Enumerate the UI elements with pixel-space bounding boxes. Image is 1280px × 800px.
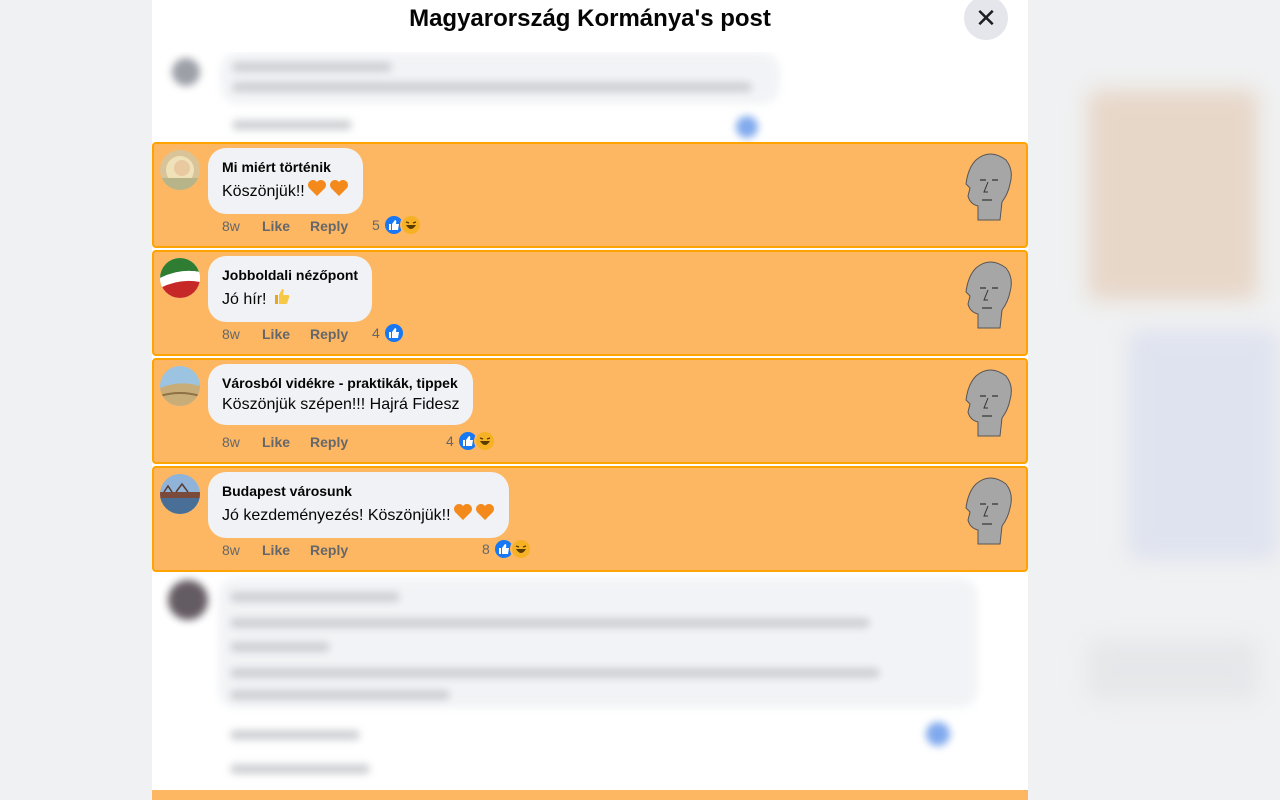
- reply-button[interactable]: Reply: [310, 434, 348, 450]
- comment-author[interactable]: Budapest városunk: [222, 482, 495, 500]
- comment-actions: 8w Like Reply: [222, 218, 368, 234]
- reaction-summary[interactable]: 8: [482, 538, 532, 560]
- avatar[interactable]: [160, 474, 200, 514]
- reply-button[interactable]: Reply: [310, 542, 348, 558]
- npc-face-icon: [965, 369, 1012, 437]
- blurred-image: [1128, 330, 1278, 560]
- reply-button[interactable]: Reply: [310, 218, 348, 234]
- like-reaction-icon: [382, 322, 405, 344]
- comment-author[interactable]: Mi miért történik: [222, 158, 349, 176]
- orange-heart-icon: [453, 502, 473, 529]
- haha-reaction-icon: [473, 430, 496, 452]
- blurred-comment: [152, 574, 1028, 788]
- comment-bubble: Városból vidékre - praktikák, tippek Kös…: [208, 364, 474, 425]
- comment-text-content: Jó kezdeményezés! Köszönjük!!: [222, 506, 451, 524]
- comment-text: Köszönjük!!: [222, 178, 349, 205]
- avatar[interactable]: [160, 258, 200, 298]
- orange-heart-icon: [329, 178, 349, 205]
- comment-text-content: Köszönjük!!: [222, 182, 305, 200]
- orange-heart-icon: [307, 178, 327, 205]
- reaction-summary[interactable]: 5: [372, 214, 422, 236]
- comment-text-content: Jó hír!: [222, 290, 267, 308]
- page-backdrop-left: [0, 0, 152, 800]
- npc-face-icon: [965, 153, 1012, 221]
- comment-actions: 8w Like Reply: [222, 542, 368, 558]
- comment-highlighted: Jobboldali nézőpont Jó hír! 8w Like Repl…: [152, 250, 1028, 356]
- comment-highlighted: Mi miért történik Köszönjük!! 8w Like Re…: [152, 142, 1028, 248]
- comment-timestamp[interactable]: 8w: [222, 326, 262, 342]
- haha-reaction-icon: [509, 538, 532, 560]
- comment-text: Jó hír!: [222, 286, 358, 313]
- comment-timestamp[interactable]: 8w: [222, 542, 262, 558]
- blurred-panel: [1088, 640, 1258, 700]
- comment-bubble: Jobboldali nézőpont Jó hír!: [208, 256, 373, 322]
- haha-reaction-icon: [399, 214, 422, 236]
- comment-timestamp[interactable]: 8w: [222, 218, 262, 234]
- comment-author[interactable]: Városból vidékre - praktikák, tippek: [222, 374, 459, 392]
- avatar[interactable]: [160, 366, 200, 406]
- comment-actions: 8w Like Reply: [222, 326, 368, 342]
- reaction-count: 8: [482, 541, 490, 557]
- npc-face-icon: [965, 261, 1012, 329]
- avatar[interactable]: [160, 150, 200, 190]
- comment-timestamp[interactable]: 8w: [222, 434, 262, 450]
- comment-text: Köszönjük szépen!!! Hajrá Fidesz: [222, 394, 459, 416]
- comment-text-content: Köszönjük szépen!!! Hajrá Fidesz: [222, 396, 460, 413]
- page-backdrop-right: [1028, 0, 1280, 800]
- comment-bubble: Budapest városunk Jó kezdeményezés! Kösz…: [208, 472, 509, 538]
- reaction-count: 4: [372, 325, 380, 341]
- npc-face-icon: [965, 477, 1012, 545]
- comment-actions: 8w Like Reply: [222, 434, 368, 450]
- reaction-summary[interactable]: 4: [446, 430, 496, 452]
- modal-header: Magyarország Kormánya's post ✕: [152, 0, 1028, 52]
- comment-author[interactable]: Jobboldali nézőpont: [222, 266, 358, 284]
- comment-highlighted: Budapest városunk Jó kezdeményezés! Kösz…: [152, 466, 1028, 572]
- next-highlight-strip: [152, 790, 1028, 800]
- thumbs-up-icon: [272, 286, 292, 313]
- like-button[interactable]: Like: [262, 542, 290, 558]
- comment-bubble: Mi miért történik Köszönjük!!: [208, 148, 363, 214]
- modal-title: Magyarország Kormánya's post: [409, 5, 771, 32]
- orange-heart-icon: [475, 502, 495, 529]
- close-button[interactable]: ✕: [964, 0, 1008, 40]
- reply-button[interactable]: Reply: [310, 326, 348, 342]
- comment-highlighted: Városból vidékre - praktikák, tippek Kös…: [152, 358, 1028, 464]
- close-icon: ✕: [975, 2, 997, 33]
- blurred-comment: [152, 52, 1028, 142]
- blurred-image: [1088, 90, 1258, 300]
- like-button[interactable]: Like: [262, 326, 290, 342]
- like-button[interactable]: Like: [262, 218, 290, 234]
- reaction-count: 4: [446, 433, 454, 449]
- reaction-summary[interactable]: 4: [372, 322, 405, 344]
- like-button[interactable]: Like: [262, 434, 290, 450]
- post-modal: Magyarország Kormánya's post ✕ Mi miért …: [152, 0, 1028, 800]
- reaction-count: 5: [372, 217, 380, 233]
- comment-text: Jó kezdeményezés! Köszönjük!!: [222, 502, 495, 529]
